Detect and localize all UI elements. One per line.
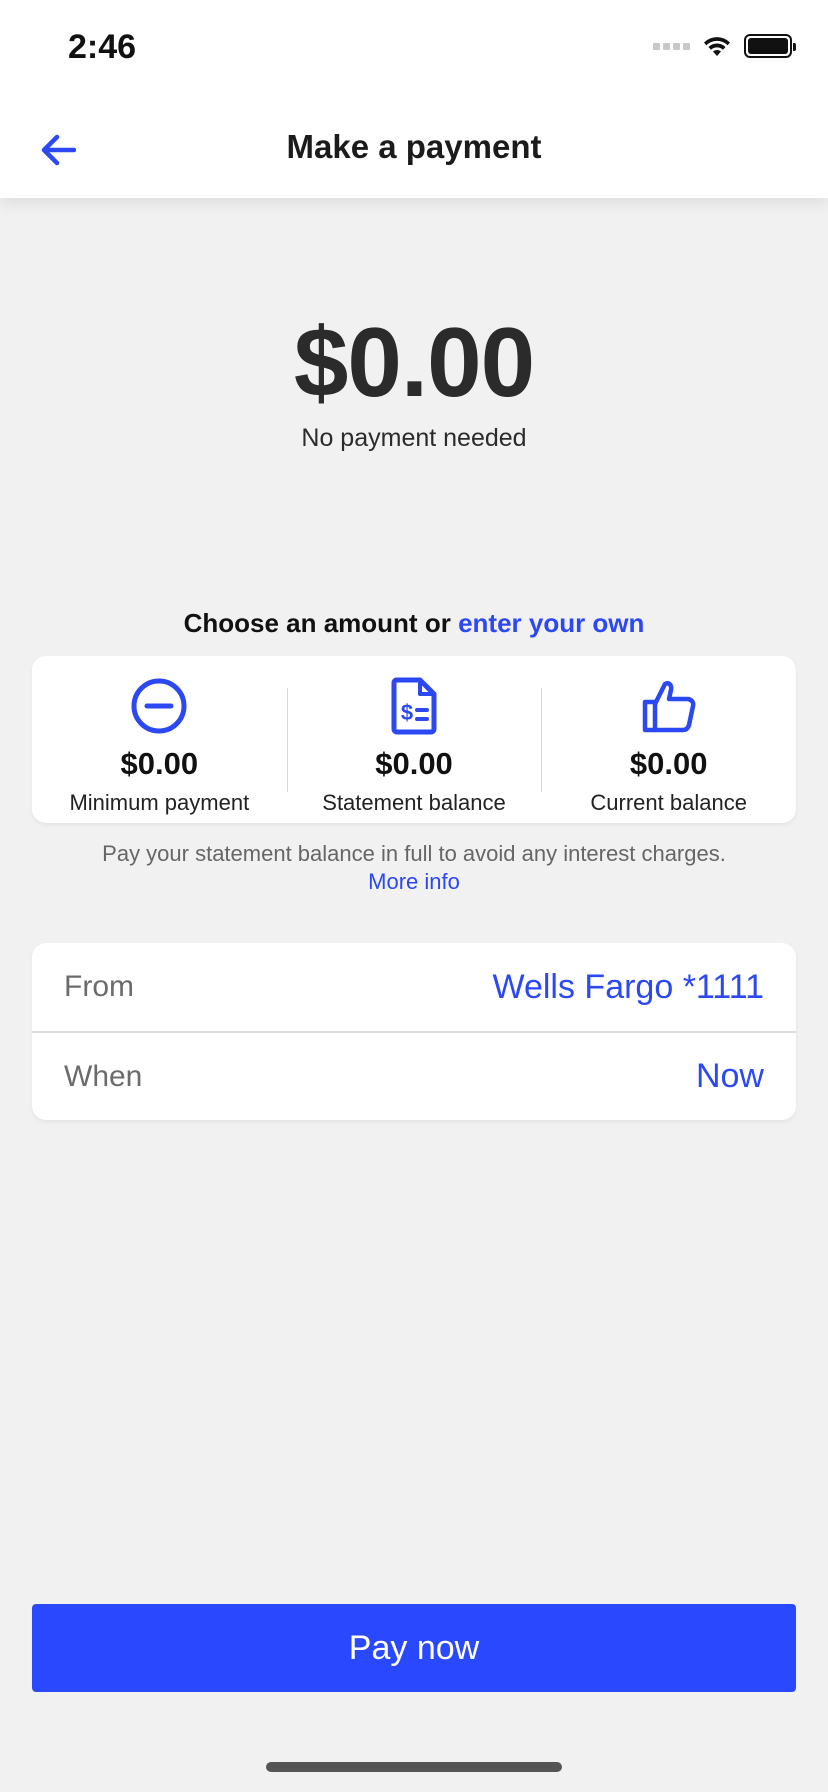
interest-hint-text: Pay your statement balance in full to av…: [102, 841, 726, 866]
option-value: $0.00: [120, 746, 199, 781]
document-dollar-icon: $: [390, 676, 438, 736]
battery-icon: [744, 34, 796, 58]
page-title: Make a payment: [286, 128, 542, 165]
more-info-link[interactable]: More info: [0, 868, 828, 896]
from-account-row[interactable]: From Wells Fargo *1111: [32, 943, 796, 1031]
when-label: When: [64, 1059, 143, 1093]
status-indicators: [653, 34, 796, 58]
payment-details-card: From Wells Fargo *1111 When Now: [32, 943, 796, 1120]
when-value[interactable]: Now: [696, 1057, 764, 1096]
svg-text:$: $: [401, 700, 413, 725]
option-statement-balance[interactable]: $ $0.00 Statement balance: [286, 656, 542, 823]
from-account-value[interactable]: Wells Fargo *1111: [492, 968, 764, 1007]
option-minimum-payment[interactable]: $0.00 Minimum payment: [32, 656, 287, 823]
thumbs-up-icon: [641, 676, 697, 736]
option-label: Minimum payment: [69, 790, 250, 815]
from-label: From: [64, 970, 134, 1003]
status-time: 2:46: [68, 28, 137, 66]
home-indicator: [266, 1762, 562, 1772]
choose-amount-prompt: Choose an amount or enter your own: [0, 608, 828, 639]
pay-now-button[interactable]: Pay now: [32, 1604, 796, 1692]
option-label: Statement balance: [322, 790, 506, 815]
interest-hint: Pay your statement balance in full to av…: [0, 840, 828, 896]
minus-circle-icon: [130, 676, 188, 736]
top-bar: 2:46 Make a payment: [0, 0, 828, 198]
choose-amount-text: Choose an amount or: [183, 608, 451, 638]
option-value: $0.00: [629, 746, 708, 781]
payment-amount: $0.00: [293, 307, 535, 417]
cellular-signal-icon: [653, 42, 690, 50]
payment-amount-note: No payment needed: [301, 424, 527, 452]
when-row[interactable]: When Now: [32, 1031, 796, 1120]
wifi-icon: [704, 37, 730, 56]
amount-options-card: $0.00 Minimum payment $ $0.00 Statement …: [32, 656, 796, 823]
option-value: $0.00: [375, 746, 453, 781]
option-label: Current balance: [590, 790, 747, 815]
enter-your-own-link[interactable]: enter your own: [458, 608, 644, 638]
option-current-balance[interactable]: $0.00 Current balance: [541, 656, 796, 823]
